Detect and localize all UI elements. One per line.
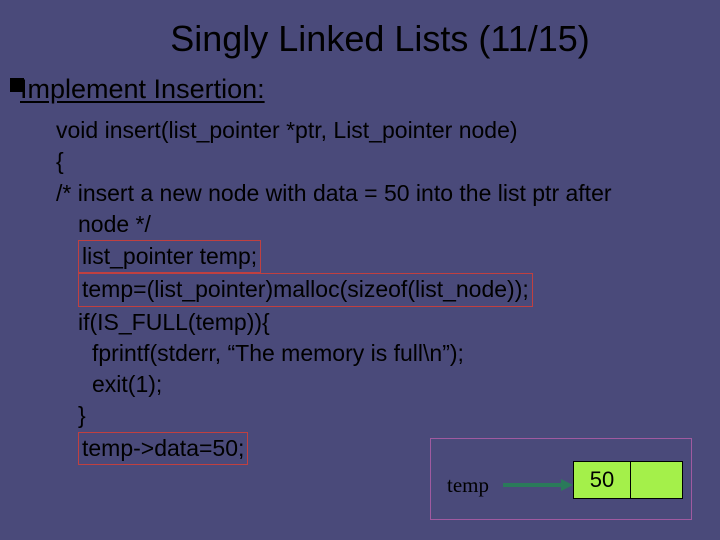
slide-title: Singly Linked Lists (11/15): [54, 18, 706, 60]
code-line: node */: [56, 209, 706, 240]
highlighted-line: temp=(list_pointer)malloc(sizeof(list_no…: [78, 273, 533, 306]
code-line: }: [56, 400, 706, 431]
subheading: Implement Insertion:: [20, 74, 706, 105]
node-diagram: temp 50: [430, 438, 692, 520]
code-line: void insert(list_pointer *ptr, List_poin…: [56, 115, 706, 146]
highlighted-line: list_pointer temp;: [78, 240, 261, 273]
code-block: void insert(list_pointer *ptr, List_poin…: [56, 115, 706, 465]
node-next-cell: [631, 461, 683, 499]
bullet-icon: [10, 78, 24, 92]
arrow-icon: [503, 483, 563, 487]
node-data-cell: 50: [573, 461, 631, 499]
code-line: /* insert a new node with data = 50 into…: [56, 178, 706, 209]
code-line: fprintf(stderr, “The memory is full\n”);: [56, 338, 706, 369]
node-box: 50: [573, 461, 683, 499]
code-line: if(IS_FULL(temp)){: [56, 307, 706, 338]
code-line: {: [56, 146, 706, 177]
highlighted-line: temp->data=50;: [78, 432, 248, 465]
temp-label: temp: [447, 473, 489, 498]
code-line: exit(1);: [56, 369, 706, 400]
